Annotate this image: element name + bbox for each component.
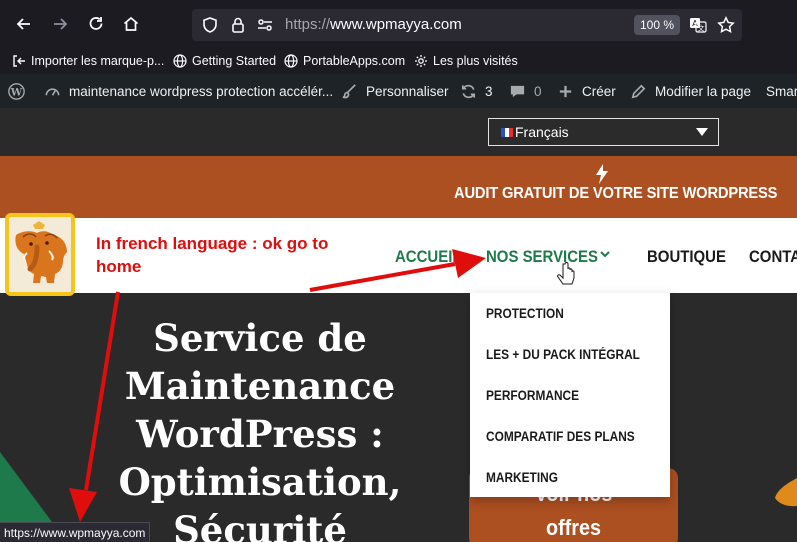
lock-icon[interactable] xyxy=(229,16,247,34)
url-text[interactable]: https://www.wpmayya.com xyxy=(285,16,462,33)
admin-customize[interactable]: Personnaliser xyxy=(341,82,449,100)
admin-comments-count: 0 xyxy=(534,83,542,99)
language-select-value: Français xyxy=(515,124,569,140)
status-link-preview: https://www.wpmayya.com xyxy=(0,522,151,542)
admin-comments[interactable]: 0 xyxy=(509,82,542,100)
svg-text:文: 文 xyxy=(698,24,705,33)
bookmark-import[interactable]: Importer les marque-p... xyxy=(12,52,164,70)
brush-icon xyxy=(342,83,356,98)
gear-icon xyxy=(415,55,427,67)
bookmark-most-visited[interactable]: Les plus visités xyxy=(414,52,518,70)
admin-customize-label: Personnaliser xyxy=(366,83,449,99)
elephant-logo-icon xyxy=(9,217,71,292)
annotation-text: In french language : ok go to home xyxy=(96,234,329,276)
forward-icon[interactable] xyxy=(46,10,74,38)
promo-text: AUDIT GRATUIT DE VOTRE SITE WORDPRESS xyxy=(454,185,778,202)
bookmark-label: Importer les marque-p... xyxy=(31,54,165,68)
promo-banner[interactable]: AUDIT GRATUIT DE VOTRE SITE WORDPRESS xyxy=(0,156,797,218)
hero-line: Service de xyxy=(153,316,367,360)
hero-line: WordPress : xyxy=(136,412,384,456)
wp-logo-icon[interactable]: W xyxy=(8,82,25,100)
caret-down-icon xyxy=(696,128,708,136)
admin-updates-count: 3 xyxy=(485,83,493,99)
admin-smart-label: Smar xyxy=(766,83,797,99)
menu-boutique[interactable]: BOUTIQUE xyxy=(647,247,726,267)
cta-line: offres xyxy=(545,515,602,540)
back-icon[interactable] xyxy=(10,10,38,38)
url-bar[interactable]: https://www.wpmayya.com 100 % A文 xyxy=(192,9,742,41)
refresh-icon xyxy=(461,84,476,98)
import-icon xyxy=(13,55,25,67)
admin-site-title[interactable]: maintenance wordpress protection accélér… xyxy=(44,82,333,100)
reload-icon[interactable] xyxy=(82,10,110,38)
bookmark-label: PortableApps.com xyxy=(303,54,406,68)
plus-icon xyxy=(559,85,572,97)
chevron-down-icon[interactable] xyxy=(598,249,612,261)
dropdown-item-comparatif[interactable]: COMPARATIF DES PLANS xyxy=(486,429,635,444)
permissions-icon[interactable] xyxy=(256,16,274,34)
admin-new-label: Créer xyxy=(582,83,616,99)
menu-accueil[interactable]: ACCUEIL xyxy=(395,247,461,267)
url-scheme: https:// xyxy=(285,16,331,33)
admin-edit-page-label: Modifier la page xyxy=(655,83,752,99)
hero-line: Optimisation, xyxy=(118,460,402,504)
hero-title: Service de Maintenance WordPress : Optim… xyxy=(60,314,460,542)
admin-updates[interactable]: 3 xyxy=(460,82,493,100)
admin-site-title-label: maintenance wordpress protection accélér… xyxy=(69,83,334,99)
hero-line: Maintenance xyxy=(124,364,396,408)
language-select[interactable]: Français xyxy=(488,118,719,146)
translate-icon[interactable]: A文 xyxy=(689,16,707,34)
dropdown-item-pack-integral[interactable]: LES + DU PACK INTÉGRAL xyxy=(486,347,640,362)
admin-new[interactable]: Créer xyxy=(557,82,616,100)
globe-icon xyxy=(173,54,187,68)
admin-edit-page[interactable]: Modifier la page xyxy=(630,82,751,100)
dropdown-item-marketing[interactable]: MARKETING xyxy=(486,470,558,485)
wp-admin-bar: W maintenance wordpress protection accél… xyxy=(0,74,797,108)
globe-icon xyxy=(284,54,298,68)
bookmarks-toolbar: Importer les marque-p... Getting Started… xyxy=(0,47,797,74)
browser-toolbar: https://www.wpmayya.com 100 % A文 xyxy=(0,0,797,47)
site-logo[interactable] xyxy=(5,213,75,296)
bookmark-label: Les plus visités xyxy=(433,54,518,68)
pencil-icon xyxy=(631,84,646,98)
url-host: www.wpmayya.com xyxy=(330,16,462,33)
shield-icon[interactable] xyxy=(201,16,219,34)
dropdown-item-performance[interactable]: PERFORMANCE xyxy=(486,388,579,403)
services-dropdown: PROTECTION LES + DU PACK INTÉGRAL PERFOR… xyxy=(470,293,670,497)
home-icon[interactable] xyxy=(117,10,145,38)
menu-contact[interactable]: CONTAC xyxy=(749,247,797,267)
dropdown-item-protection[interactable]: PROTECTION xyxy=(486,306,564,321)
lightning-icon xyxy=(596,164,608,184)
dashboard-icon xyxy=(45,87,60,96)
menu-nos-services[interactable]: NOS SERVICES xyxy=(486,247,598,267)
svg-text:W: W xyxy=(10,86,23,98)
decor-orange-shape xyxy=(775,478,797,507)
bookmark-getting-started[interactable]: Getting Started xyxy=(173,52,276,70)
france-flag-icon xyxy=(501,127,513,137)
comment-icon xyxy=(510,85,525,97)
zoom-level-badge[interactable]: 100 % xyxy=(634,15,680,35)
admin-smart-item[interactable]: Smar xyxy=(766,82,797,100)
bookmark-label: Getting Started xyxy=(192,54,277,68)
bookmark-portableapps[interactable]: PortableApps.com xyxy=(284,52,405,70)
star-icon[interactable] xyxy=(717,16,735,34)
